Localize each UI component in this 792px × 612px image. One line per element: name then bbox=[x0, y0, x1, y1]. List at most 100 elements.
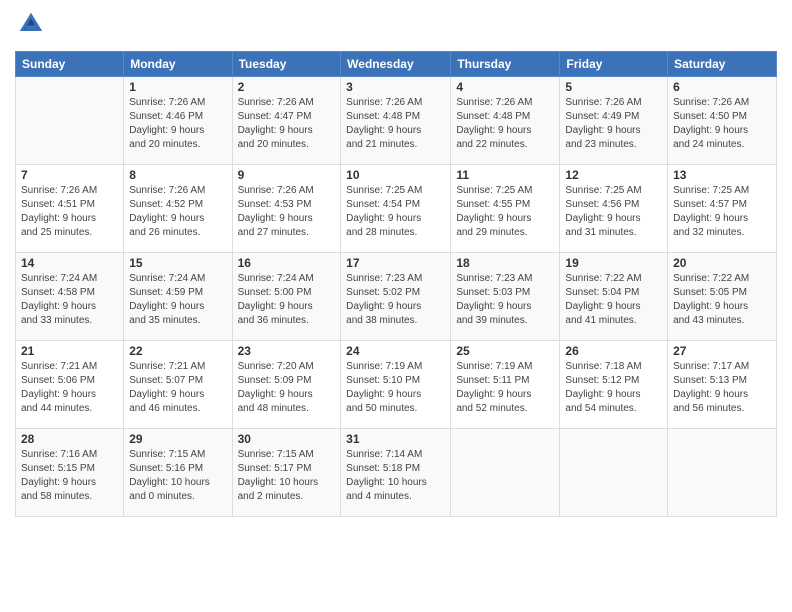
day-number: 25 bbox=[456, 344, 554, 358]
day-number: 20 bbox=[673, 256, 771, 270]
day-number: 24 bbox=[346, 344, 445, 358]
calendar-cell: 21 Sunrise: 7:21 AMSunset: 5:06 PMDayligh… bbox=[16, 341, 124, 429]
calendar-cell: 25 Sunrise: 7:19 AMSunset: 5:11 PMDayligh… bbox=[451, 341, 560, 429]
day-number: 31 bbox=[346, 432, 445, 446]
calendar-cell bbox=[16, 77, 124, 165]
day-number: 17 bbox=[346, 256, 445, 270]
calendar-week-row: 14 Sunrise: 7:24 AMSunset: 4:58 PMDayligh… bbox=[16, 253, 777, 341]
day-info: Sunrise: 7:23 AMSunset: 5:03 PMDaylight:… bbox=[456, 272, 554, 328]
calendar-cell: 23Sunrise: 7:20 AMSunset: 5:09 PMDayligh… bbox=[232, 341, 341, 429]
calendar-cell: 15 Sunrise: 7:24 AMSunset: 4:59 PMDayligh… bbox=[124, 253, 232, 341]
calendar-cell: 29 Sunrise: 7:15 AMSunset: 5:16 PMDayligh… bbox=[124, 429, 232, 517]
day-number: 4 bbox=[456, 80, 554, 94]
day-info: Sunrise: 7:24 AMSunset: 5:00 PMDaylight:… bbox=[238, 272, 336, 328]
day-number: 18 bbox=[456, 256, 554, 270]
day-number: 5 bbox=[565, 80, 662, 94]
calendar-week-row: 1 Sunrise: 7:26 AMSunset: 4:46 PMDaylight… bbox=[16, 77, 777, 165]
day-info: Sunrise: 7:25 AMSunset: 4:56 PMDaylight:… bbox=[565, 184, 662, 240]
calendar-week-row: 7 Sunrise: 7:26 AMSunset: 4:51 PMDaylight… bbox=[16, 165, 777, 253]
day-info: Sunrise: 7:21 AMSunset: 5:06 PMDaylight:… bbox=[21, 360, 118, 416]
day-info: Sunrise: 7:24 AMSunset: 4:58 PMDaylight:… bbox=[21, 272, 118, 328]
calendar-table: SundayMondayTuesdayWednesdayThursdayFrid… bbox=[15, 51, 777, 517]
day-info: Sunrise: 7:15 AMSunset: 5:16 PMDaylight:… bbox=[129, 448, 226, 504]
day-info: Sunrise: 7:24 AMSunset: 4:59 PMDaylight:… bbox=[129, 272, 226, 328]
day-info: Sunrise: 7:15 AMSunset: 5:17 PMDaylight:… bbox=[238, 448, 336, 504]
calendar-cell: 8Sunrise: 7:26 AMSunset: 4:52 PMDaylight… bbox=[124, 165, 232, 253]
calendar-cell: 6 Sunrise: 7:26 AMSunset: 4:50 PMDaylight… bbox=[668, 77, 777, 165]
calendar-cell: 19 Sunrise: 7:22 AMSunset: 5:04 PMDayligh… bbox=[560, 253, 668, 341]
day-info: Sunrise: 7:23 AMSunset: 5:02 PMDaylight:… bbox=[346, 272, 445, 328]
day-info: Sunrise: 7:26 AMSunset: 4:47 PMDaylight:… bbox=[238, 96, 336, 152]
day-number: 14 bbox=[21, 256, 118, 270]
calendar-cell: 13 Sunrise: 7:25 AMSunset: 4:57 PMDayligh… bbox=[668, 165, 777, 253]
day-info: Sunrise: 7:25 AMSunset: 4:57 PMDaylight:… bbox=[673, 184, 771, 240]
day-number: 1 bbox=[129, 80, 226, 94]
day-number: 16 bbox=[238, 256, 336, 270]
day-info: Sunrise: 7:19 AMSunset: 5:11 PMDaylight:… bbox=[456, 360, 554, 416]
day-info: Sunrise: 7:19 AMSunset: 5:10 PMDaylight:… bbox=[346, 360, 445, 416]
calendar-cell bbox=[560, 429, 668, 517]
calendar-cell: 2 Sunrise: 7:26 AMSunset: 4:47 PMDaylight… bbox=[232, 77, 341, 165]
day-info: Sunrise: 7:26 AMSunset: 4:49 PMDaylight:… bbox=[565, 96, 662, 152]
day-number: 28 bbox=[21, 432, 118, 446]
day-number: 13 bbox=[673, 168, 771, 182]
day-number: 10 bbox=[346, 168, 445, 182]
day-number: 22 bbox=[129, 344, 226, 358]
day-info: Sunrise: 7:17 AMSunset: 5:13 PMDaylight:… bbox=[673, 360, 771, 416]
day-info: Sunrise: 7:16 AMSunset: 5:15 PMDaylight:… bbox=[21, 448, 118, 504]
calendar-cell: 22 Sunrise: 7:21 AMSunset: 5:07 PMDayligh… bbox=[124, 341, 232, 429]
day-number: 29 bbox=[129, 432, 226, 446]
day-number: 7 bbox=[21, 168, 118, 182]
weekday-header: Wednesday bbox=[341, 52, 451, 77]
calendar-cell: 18 Sunrise: 7:23 AMSunset: 5:03 PMDayligh… bbox=[451, 253, 560, 341]
calendar-cell: 11Sunrise: 7:25 AMSunset: 4:55 PMDayligh… bbox=[451, 165, 560, 253]
calendar-week-row: 21 Sunrise: 7:21 AMSunset: 5:06 PMDayligh… bbox=[16, 341, 777, 429]
calendar-cell: 24 Sunrise: 7:19 AMSunset: 5:10 PMDayligh… bbox=[341, 341, 451, 429]
calendar-cell: 10Sunrise: 7:25 AMSunset: 4:54 PMDayligh… bbox=[341, 165, 451, 253]
calendar-cell: 9 Sunrise: 7:26 AMSunset: 4:53 PMDaylight… bbox=[232, 165, 341, 253]
day-info: Sunrise: 7:26 AMSunset: 4:46 PMDaylight:… bbox=[129, 96, 226, 152]
day-info: Sunrise: 7:21 AMSunset: 5:07 PMDaylight:… bbox=[129, 360, 226, 416]
day-number: 15 bbox=[129, 256, 226, 270]
day-info: Sunrise: 7:22 AMSunset: 5:04 PMDaylight:… bbox=[565, 272, 662, 328]
calendar-cell: 7 Sunrise: 7:26 AMSunset: 4:51 PMDaylight… bbox=[16, 165, 124, 253]
day-number: 21 bbox=[21, 344, 118, 358]
calendar-cell: 27Sunrise: 7:17 AMSunset: 5:13 PMDayligh… bbox=[668, 341, 777, 429]
day-info: Sunrise: 7:26 AMSunset: 4:51 PMDaylight:… bbox=[21, 184, 118, 240]
calendar-cell: 30Sunrise: 7:15 AMSunset: 5:17 PMDayligh… bbox=[232, 429, 341, 517]
day-number: 26 bbox=[565, 344, 662, 358]
day-number: 9 bbox=[238, 168, 336, 182]
day-number: 23 bbox=[238, 344, 336, 358]
calendar-cell: 3 Sunrise: 7:26 AMSunset: 4:48 PMDaylight… bbox=[341, 77, 451, 165]
day-number: 3 bbox=[346, 80, 445, 94]
day-info: Sunrise: 7:22 AMSunset: 5:05 PMDaylight:… bbox=[673, 272, 771, 328]
page-container: SundayMondayTuesdayWednesdayThursdayFrid… bbox=[0, 0, 792, 527]
weekday-header: Tuesday bbox=[232, 52, 341, 77]
logo-icon bbox=[17, 10, 45, 38]
calendar-cell: 26 Sunrise: 7:18 AMSunset: 5:12 PMDayligh… bbox=[560, 341, 668, 429]
day-info: Sunrise: 7:14 AMSunset: 5:18 PMDaylight:… bbox=[346, 448, 445, 504]
calendar-cell: 28 Sunrise: 7:16 AMSunset: 5:15 PMDayligh… bbox=[16, 429, 124, 517]
day-number: 19 bbox=[565, 256, 662, 270]
day-info: Sunrise: 7:26 AMSunset: 4:50 PMDaylight:… bbox=[673, 96, 771, 152]
calendar-cell: 16 Sunrise: 7:24 AMSunset: 5:00 PMDayligh… bbox=[232, 253, 341, 341]
header-area bbox=[15, 10, 777, 43]
weekday-header: Friday bbox=[560, 52, 668, 77]
day-info: Sunrise: 7:18 AMSunset: 5:12 PMDaylight:… bbox=[565, 360, 662, 416]
weekday-header: Thursday bbox=[451, 52, 560, 77]
calendar-cell: 17 Sunrise: 7:23 AMSunset: 5:02 PMDayligh… bbox=[341, 253, 451, 341]
calendar-cell: 20 Sunrise: 7:22 AMSunset: 5:05 PMDayligh… bbox=[668, 253, 777, 341]
weekday-header: Sunday bbox=[16, 52, 124, 77]
day-info: Sunrise: 7:26 AMSunset: 4:53 PMDaylight:… bbox=[238, 184, 336, 240]
day-number: 11 bbox=[456, 168, 554, 182]
day-number: 2 bbox=[238, 80, 336, 94]
logo bbox=[15, 10, 45, 43]
calendar-cell bbox=[451, 429, 560, 517]
day-number: 6 bbox=[673, 80, 771, 94]
calendar-cell: 31 Sunrise: 7:14 AMSunset: 5:18 PMDayligh… bbox=[341, 429, 451, 517]
weekday-header: Saturday bbox=[668, 52, 777, 77]
weekday-header-row: SundayMondayTuesdayWednesdayThursdayFrid… bbox=[16, 52, 777, 77]
day-info: Sunrise: 7:26 AMSunset: 4:48 PMDaylight:… bbox=[456, 96, 554, 152]
calendar-cell: 5 Sunrise: 7:26 AMSunset: 4:49 PMDaylight… bbox=[560, 77, 668, 165]
day-info: Sunrise: 7:26 AMSunset: 4:48 PMDaylight:… bbox=[346, 96, 445, 152]
